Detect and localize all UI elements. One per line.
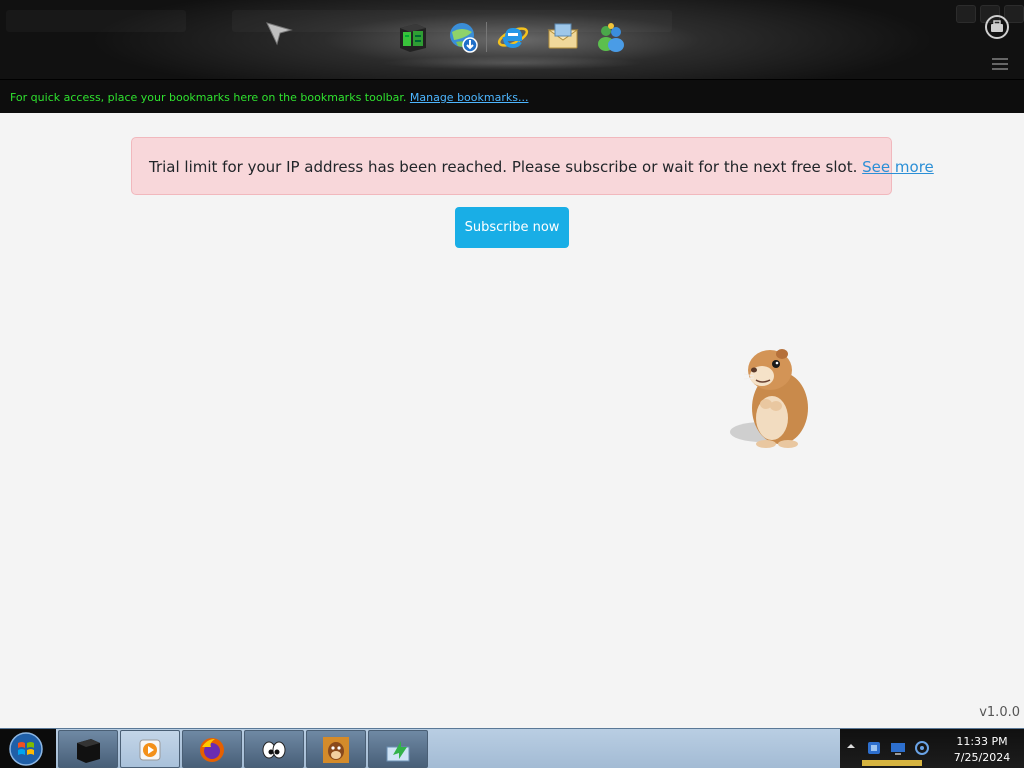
dog-app-icon [323, 737, 349, 763]
network-tray-icon[interactable] [866, 740, 882, 756]
dock-reflection [380, 56, 644, 70]
subscribe-now-button[interactable]: Subscribe now [455, 207, 569, 248]
start-button-icon[interactable] [7, 731, 45, 767]
volume-tray-icon[interactable] [914, 740, 930, 756]
mail-icon[interactable] [546, 20, 580, 54]
hamburger-menu-icon[interactable] [992, 58, 1008, 70]
hamster-desktop-pet[interactable] [724, 340, 820, 452]
dock-separator [486, 22, 487, 52]
media-player-icon [139, 739, 161, 761]
taskbar-button-cartoon-eyes[interactable] [244, 730, 304, 768]
alert-message: Trial limit for your IP address has been… [149, 158, 858, 176]
see-more-link[interactable]: See more [862, 158, 934, 176]
toolbox-icon[interactable] [984, 14, 1010, 40]
minimize-button[interactable] [956, 5, 976, 23]
trial-limit-alert: Trial limit for your IP address has been… [131, 137, 934, 195]
start-area [0, 729, 56, 768]
firefox-icon [200, 738, 224, 762]
version-label: v1.0.0 [979, 705, 1020, 720]
bookmarks-hint-text: For quick access, place your bookmarks h… [10, 91, 407, 104]
manage-bookmarks-link[interactable]: Manage bookmarks... [410, 91, 529, 104]
taskbar-button-firefox[interactable] [182, 730, 242, 768]
clock-date: 7/25/2024 [953, 751, 1011, 764]
background-tab [6, 10, 186, 32]
messenger-icon[interactable] [594, 20, 628, 54]
show-hidden-icons-chevron-icon[interactable] [846, 741, 856, 751]
system-tray [840, 729, 940, 768]
task-manager-icon[interactable] [396, 20, 430, 54]
monitor-tray-icon[interactable] [890, 740, 906, 756]
internet-explorer-icon[interactable] [496, 20, 530, 54]
bookmarks-toolbar: For quick access, place your bookmarks h… [0, 80, 1024, 113]
taskbar-button-dog-app[interactable] [306, 730, 366, 768]
tray-indicator-bar [862, 760, 922, 766]
cartoon-eyes-icon [262, 741, 286, 759]
top-toolbar [0, 0, 1024, 80]
taskbar-button-black-box[interactable] [58, 730, 118, 768]
taskbar-button-media-player[interactable] [120, 730, 180, 768]
pointer-icon[interactable] [264, 18, 294, 48]
clock-time: 11:33 PM [956, 735, 1008, 748]
windows-taskbar: 11:33 PM 7/25/2024 [0, 728, 1024, 768]
taskbar-button-green-arrow-app[interactable] [368, 730, 428, 768]
ie-download-icon[interactable] [446, 20, 480, 54]
black-box-app-icon [77, 739, 100, 763]
green-arrow-app-icon [386, 741, 410, 762]
system-clock[interactable]: 11:33 PM 7/25/2024 [940, 729, 1024, 768]
